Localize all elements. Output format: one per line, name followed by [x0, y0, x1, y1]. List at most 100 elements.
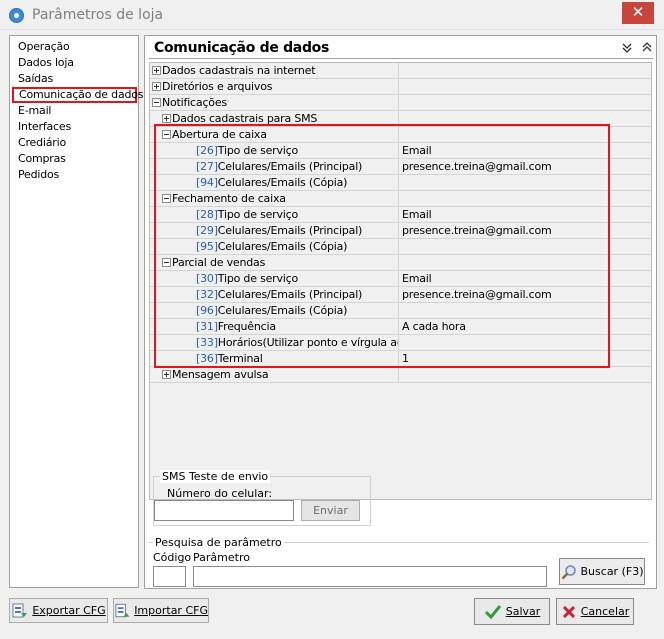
import-cfg-label: Importar CFG: [134, 604, 208, 617]
save-button[interactable]: Salvar: [474, 598, 550, 625]
grid-row[interactable]: [26]Tipo de serviço Email: [150, 143, 651, 159]
sms-test-legend: SMS Teste de envio: [160, 470, 271, 483]
close-button[interactable]: ✕: [622, 2, 654, 24]
expand-icon[interactable]: [162, 113, 171, 123]
parameter-code: [30]: [196, 272, 218, 285]
parameter-name: Horários(Utilizar ponto e vírgula ao fin…: [217, 336, 398, 349]
parameter-value[interactable]: [400, 127, 651, 142]
parameter-name: Notificações: [162, 96, 227, 109]
grid-row-name: Abertura de caixa: [150, 127, 399, 142]
grid-row[interactable]: [28]Tipo de serviço Email: [150, 207, 651, 223]
parameter-value[interactable]: A cada hora: [400, 319, 651, 334]
parameter-value[interactable]: [400, 63, 651, 78]
collapse-icon[interactable]: [162, 193, 171, 203]
parameters-panel: Comunicação de dados Dados cadastrais na…: [144, 35, 657, 589]
parameter-value[interactable]: Email: [400, 271, 651, 286]
parameter-code: [36]: [196, 352, 218, 365]
expand-icon[interactable]: [152, 81, 161, 91]
phone-label: Número do celular:: [167, 487, 273, 500]
grid-row-name: [29]Celulares/Emails (Principal): [150, 223, 399, 238]
parameter-value[interactable]: [400, 303, 651, 318]
export-cfg-button[interactable]: Exportar CFG: [9, 598, 108, 623]
grid-row[interactable]: [95]Celulares/Emails (Cópia): [150, 239, 651, 255]
nav-item[interactable]: Comunicação de dados: [12, 87, 144, 103]
nav-item[interactable]: Crediário: [10, 135, 138, 151]
grid-row[interactable]: Dados cadastrais na internet: [150, 63, 651, 79]
grid-row[interactable]: Diretórios e arquivos: [150, 79, 651, 95]
parameter-value[interactable]: presence.treina@gmail.com: [400, 287, 651, 302]
grid-row[interactable]: [33]Horários(Utilizar ponto e vírgula ao…: [150, 335, 651, 351]
code-label: Código: [153, 551, 192, 564]
parameter-name: Dados cadastrais para SMS: [172, 112, 318, 125]
nav-item[interactable]: Saídas: [10, 71, 138, 87]
search-button-label: Buscar (F3): [580, 565, 644, 578]
parameter-value[interactable]: [400, 367, 651, 382]
parameter-value[interactable]: [400, 79, 651, 94]
search-button[interactable]: Buscar (F3): [559, 558, 645, 585]
import-cfg-button[interactable]: Importar CFG: [113, 598, 209, 623]
nav-item[interactable]: Compras: [10, 151, 138, 167]
send-button[interactable]: Enviar: [301, 500, 360, 521]
grid-row-name: [95]Celulares/Emails (Cópia): [150, 239, 399, 254]
expand-icon[interactable]: [152, 65, 161, 75]
parameter-value[interactable]: Email: [400, 207, 651, 222]
grid-row[interactable]: Notificações: [150, 95, 651, 111]
parameter-value[interactable]: [400, 175, 651, 190]
nav-item[interactable]: Pedidos: [10, 167, 138, 183]
parameter-value[interactable]: [400, 95, 651, 110]
cancel-label: Cancelar: [580, 605, 630, 618]
parameter-value[interactable]: [400, 239, 651, 254]
expand-icon[interactable]: [162, 369, 171, 379]
grid-row[interactable]: [94]Celulares/Emails (Cópia): [150, 175, 651, 191]
parameter-value[interactable]: [400, 255, 651, 270]
parameter-value[interactable]: presence.treina@gmail.com: [400, 223, 651, 238]
grid-row-name: [27]Celulares/Emails (Principal): [150, 159, 399, 174]
category-list: Operação Dados loja Saídas Comunicação de d…: [9, 35, 144, 588]
cancel-button[interactable]: Cancelar: [556, 598, 634, 625]
collapse-icon[interactable]: [162, 129, 171, 139]
export-cfg-label: Exportar CFG: [32, 604, 106, 617]
grid-row[interactable]: Parcial de vendas: [150, 255, 651, 271]
parameter-name: Celulares/Emails (Cópia): [217, 176, 348, 189]
code-input[interactable]: [153, 566, 186, 587]
parameter-name: Tipo de serviço: [217, 208, 299, 221]
grid-row[interactable]: Mensagem avulsa: [150, 367, 651, 383]
grid-row[interactable]: [36]Terminal 1: [150, 351, 651, 367]
nav-item[interactable]: E-mail: [10, 103, 138, 119]
parameter-value[interactable]: [400, 111, 651, 126]
section-title: Comunicação de dados: [154, 40, 330, 56]
grid-row[interactable]: [32]Celulares/Emails (Principal) presence…: [150, 287, 651, 303]
nav-item[interactable]: Interfaces: [10, 119, 138, 135]
parameter-value[interactable]: Email: [400, 143, 651, 158]
grid-row[interactable]: [30]Tipo de serviço Email: [150, 271, 651, 287]
collapse-all-icon[interactable]: [619, 41, 635, 55]
parameter-name: Mensagem avulsa: [172, 368, 269, 381]
parameter-value[interactable]: 1: [400, 351, 651, 366]
nav-item[interactable]: Dados loja: [10, 55, 138, 71]
parameter-code: [31]: [196, 320, 218, 333]
grid-row[interactable]: [96]Celulares/Emails (Cópia): [150, 303, 651, 319]
grid-row[interactable]: Abertura de caixa: [150, 127, 651, 143]
parameter-value[interactable]: [400, 335, 651, 350]
parameter-name: Celulares/Emails (Principal): [217, 160, 363, 173]
export-icon: [12, 603, 28, 617]
collapse-icon[interactable]: [162, 257, 171, 267]
grid-row[interactable]: [31]Frequência A cada hora: [150, 319, 651, 335]
nav-item[interactable]: Operação: [10, 39, 138, 55]
parameter-value[interactable]: presence.treina@gmail.com: [400, 159, 651, 174]
parameter-input[interactable]: [193, 566, 547, 587]
grid-row[interactable]: Fechamento de caixa: [150, 191, 651, 207]
grid-row-name: [32]Celulares/Emails (Principal): [150, 287, 399, 302]
expand-all-icon[interactable]: [639, 41, 655, 55]
parameter-code: [32]: [196, 288, 218, 301]
grid-row[interactable]: Dados cadastrais para SMS: [150, 111, 651, 127]
magnifier-icon: [561, 564, 576, 579]
phone-input[interactable]: [154, 500, 294, 521]
parameter-code: [96]: [196, 304, 218, 317]
grid-row[interactable]: [27]Celulares/Emails (Principal) presence…: [150, 159, 651, 175]
parameter-name: Tipo de serviço: [217, 144, 299, 157]
grid-row-name: [26]Tipo de serviço: [150, 143, 399, 158]
collapse-icon[interactable]: [152, 97, 161, 107]
grid-row[interactable]: [29]Celulares/Emails (Principal) presence…: [150, 223, 651, 239]
parameter-value[interactable]: [400, 191, 651, 206]
